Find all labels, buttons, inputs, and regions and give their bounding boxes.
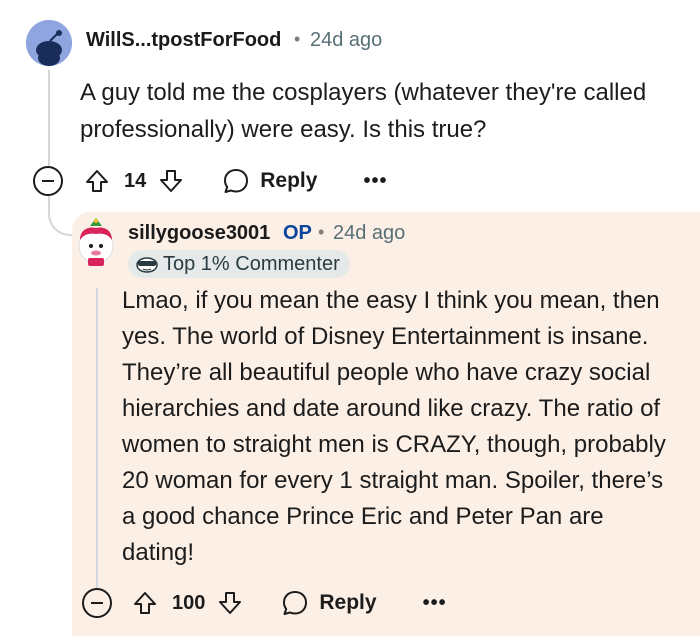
badge-label: Top 1% Commenter	[163, 252, 340, 275]
reply-label: Reply	[260, 169, 318, 192]
more-options-icon[interactable]: •••	[423, 592, 447, 615]
sunglasses-snoo-icon	[136, 257, 158, 273]
reply-button[interactable]: Reply	[281, 589, 377, 617]
comment-actions: 14 Reply •••	[84, 167, 387, 195]
upvote-icon[interactable]	[84, 168, 110, 194]
thread-line	[48, 70, 50, 176]
user-avatar-icon	[78, 218, 114, 266]
comment-body: Lmao, if you mean the easy I think you m…	[122, 287, 666, 566]
vote-count: 14	[124, 169, 147, 192]
top-commenter-badge[interactable]: Top 1% Commenter	[128, 250, 350, 278]
reddit-snoo-icon	[26, 20, 72, 66]
comment-bubble-icon	[283, 591, 308, 615]
op-badge: OP	[283, 222, 312, 244]
comment-bubble-icon	[224, 169, 249, 193]
comment-body: A guy told me the cosplayers (whatever t…	[80, 79, 647, 143]
thread-line	[96, 288, 98, 588]
comment-actions: 100 Reply •••	[132, 589, 447, 617]
collapse-thread-button[interactable]	[33, 166, 63, 196]
comment-author[interactable]: WillS...tpostForFood	[86, 29, 281, 52]
reply-label: Reply	[319, 591, 377, 614]
comment-timestamp[interactable]: 24d ago	[310, 29, 382, 52]
more-options-icon[interactable]: •••	[363, 170, 387, 193]
comment-timestamp[interactable]: 24d ago	[333, 222, 405, 245]
avatar[interactable]	[74, 218, 118, 268]
vote-count: 100	[172, 591, 206, 614]
collapse-thread-button[interactable]	[82, 588, 112, 618]
avatar[interactable]	[26, 20, 72, 66]
separator-dot: •	[294, 29, 301, 49]
upvote-icon[interactable]	[132, 590, 158, 616]
downvote-icon[interactable]	[158, 168, 184, 194]
comment-author[interactable]: sillygoose3001	[128, 222, 270, 245]
reply-button[interactable]: Reply	[222, 167, 317, 195]
separator-dot: •	[318, 222, 325, 242]
downvote-icon[interactable]	[217, 590, 243, 616]
